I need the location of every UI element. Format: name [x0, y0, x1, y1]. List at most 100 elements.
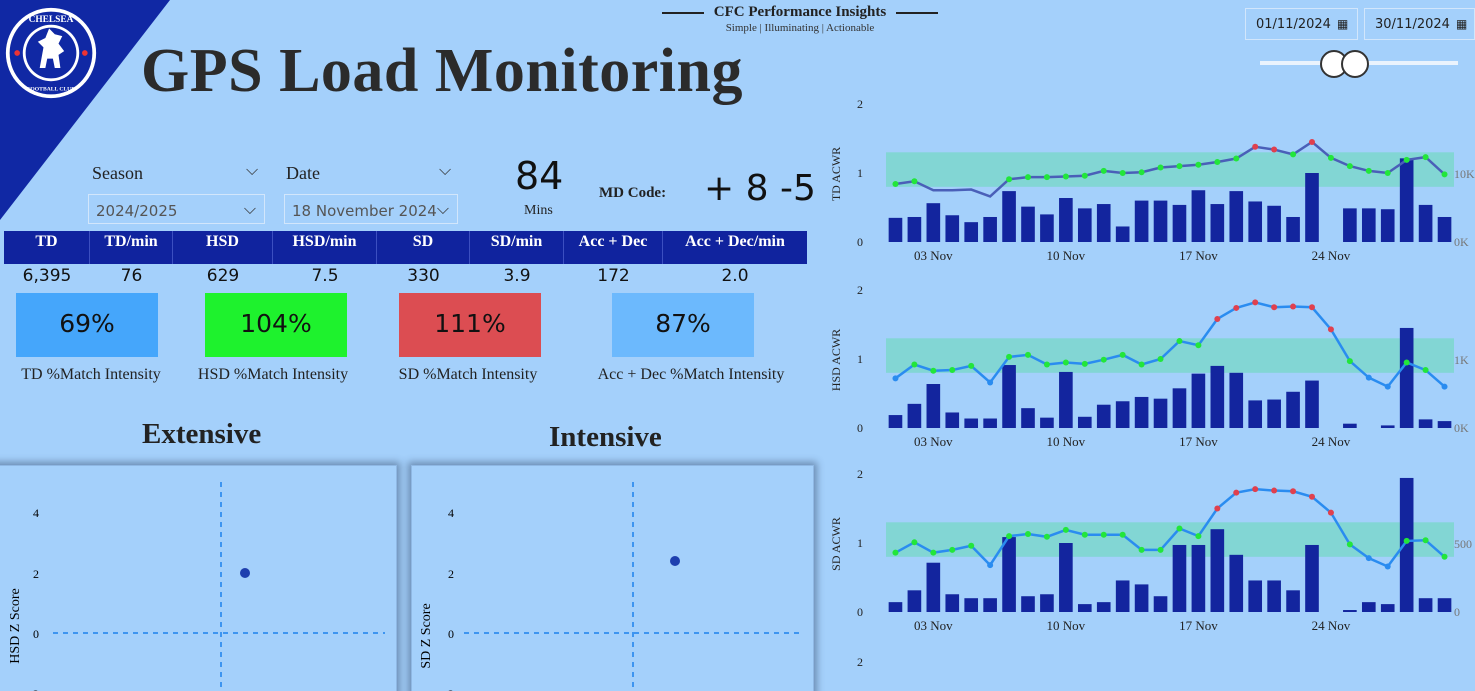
chevron-down-icon: ⌵: [436, 199, 449, 218]
acwr-point: [1138, 169, 1145, 176]
extensive-title: Extensive: [142, 418, 262, 450]
acwr-point: [1006, 353, 1013, 360]
acwr-point: [1252, 299, 1259, 306]
load-bar: [1134, 396, 1149, 428]
load-bar: [1229, 372, 1244, 428]
player-point[interactable]: [240, 568, 250, 578]
x-tick: 24 Nov: [1312, 434, 1351, 449]
metric-header: HSD: [173, 231, 273, 264]
acwr-point: [1271, 146, 1278, 153]
chevron-down-icon[interactable]: ⌵: [246, 162, 258, 180]
load-bar: [1172, 544, 1187, 612]
load-bar: [1059, 198, 1073, 242]
calendar-icon[interactable]: ▦: [1337, 17, 1348, 31]
chevron-down-icon[interactable]: ⌵: [439, 162, 451, 180]
y-tick: -2: [444, 687, 454, 691]
load-bar: [1077, 416, 1092, 428]
load-bar: [907, 590, 922, 612]
load-bar: [1153, 200, 1168, 242]
acwr-point: [1138, 546, 1145, 553]
load-bar: [1286, 391, 1300, 428]
end-date-input[interactable]: 30/11/2024 ▦: [1364, 8, 1475, 40]
player-point[interactable]: [670, 556, 680, 566]
chevron-down-icon: ⌵: [243, 199, 256, 218]
acwr-point: [1195, 342, 1202, 349]
load-bar: [1172, 388, 1187, 428]
y-tick: 0: [33, 627, 39, 641]
acwr-point: [1006, 533, 1013, 540]
acwr-point: [1100, 531, 1107, 538]
y-tick: 1: [857, 352, 863, 366]
date-label: Date: [286, 163, 320, 183]
acwr-point: [1403, 359, 1410, 366]
load-bar: [1305, 173, 1319, 242]
load-bar: [1437, 421, 1452, 428]
load-bar: [1002, 365, 1016, 428]
load-bar: [1418, 419, 1433, 428]
load-bar: [1380, 604, 1395, 612]
brand-subtitle: Simple | Illuminating | Actionable: [725, 22, 875, 34]
x-tick: 10 Nov: [1047, 248, 1086, 263]
acwr-charts: 210TD ACWR03 Nov 10 Nov 17 Nov 24 Nov10K0K2…: [829, 97, 1475, 669]
x-tick: 10 Nov: [1047, 434, 1086, 449]
load-bar: [1172, 204, 1187, 242]
metric-value: 3.9: [503, 266, 531, 286]
load-bar: [1399, 158, 1414, 242]
y-axis-label: SD ACWR: [829, 517, 843, 571]
intensive-scatter-panel: 4 2 0 -2 SD Z Score: [411, 465, 814, 691]
acwr-point: [949, 546, 956, 553]
right-axis-tick: 10K: [1454, 167, 1475, 181]
acwr-point: [1365, 555, 1372, 562]
load-bar: [1343, 208, 1357, 242]
metric-header: TD/min: [90, 231, 173, 264]
load-bar: [1059, 543, 1073, 612]
y-axis-label: TD ACWR: [829, 147, 843, 201]
date-slider-end-handle[interactable]: [1341, 50, 1369, 78]
load-bar: [1343, 610, 1357, 612]
acwr-point: [911, 178, 918, 185]
load-bar: [1248, 201, 1263, 242]
acwr-point: [1176, 163, 1183, 170]
date-select[interactable]: 18 November 2024 ⌵: [284, 194, 458, 224]
acwr-point: [1422, 154, 1429, 161]
acwr-point: [1214, 315, 1221, 322]
acwr-point: [1176, 338, 1183, 345]
y-axis-label: SD Z Score: [419, 603, 434, 668]
acwr-point: [1327, 509, 1334, 516]
load-bar: [907, 216, 922, 242]
acwr-point: [1327, 154, 1334, 161]
load-bar: [1021, 206, 1035, 242]
load-bar: [888, 602, 903, 612]
acwr-point: [1025, 531, 1031, 538]
y-axis-label: HSD Z Score: [8, 588, 23, 663]
load-bar: [1267, 399, 1281, 428]
acwr-point: [1062, 526, 1069, 533]
acwr-point: [968, 542, 975, 549]
metric-header: TD: [4, 231, 90, 264]
acwr-point: [1062, 359, 1069, 366]
load-bar: [1210, 529, 1225, 612]
load-bar: [1399, 327, 1414, 428]
minutes-label: Mins: [524, 203, 553, 218]
y-tick: 0: [857, 605, 863, 619]
load-bar: [945, 594, 960, 612]
logo-bottom-text: FOOTBALL CLUB: [27, 87, 75, 93]
acwr-point: [892, 549, 899, 556]
right-axis-tick: 0K: [1454, 421, 1469, 435]
start-date-input[interactable]: 01/11/2024 ▦: [1245, 8, 1358, 40]
acwr-point: [1384, 170, 1391, 176]
acwr-point: [987, 562, 994, 569]
load-bar: [1002, 537, 1016, 612]
load-bar: [1021, 408, 1035, 428]
load-bar: [1380, 209, 1395, 242]
season-select[interactable]: 2024/2025 ⌵: [88, 194, 265, 224]
load-bar: [1077, 208, 1092, 242]
acwr-point: [1346, 358, 1353, 365]
load-bar: [1021, 596, 1035, 612]
load-bar: [1040, 214, 1054, 242]
calendar-icon[interactable]: ▦: [1456, 17, 1467, 31]
load-bar: [1248, 580, 1263, 612]
acwr-point: [987, 379, 994, 386]
acwr-point: [1100, 167, 1107, 174]
metric-value: 76: [120, 266, 143, 286]
